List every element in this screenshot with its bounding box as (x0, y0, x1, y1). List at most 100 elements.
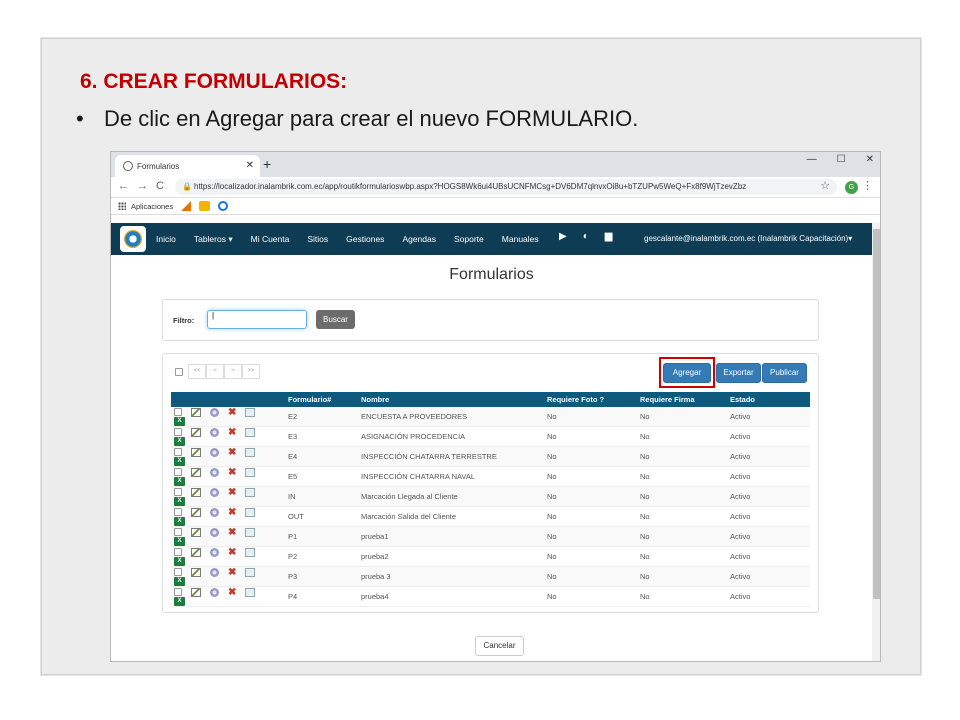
excel-icon[interactable]: X (174, 537, 185, 547)
mail-icon[interactable] (245, 527, 256, 537)
excel-icon[interactable]: X (174, 437, 185, 447)
edit-icon[interactable] (191, 467, 201, 477)
excel-icon[interactable]: X (174, 457, 185, 467)
apps-bookmark[interactable]: Aplicaciones (131, 202, 173, 211)
excel-icon[interactable]: X (174, 477, 185, 487)
excel-icon[interactable]: X (174, 417, 185, 427)
search-button[interactable]: Buscar (316, 310, 355, 329)
inalambrik-logo[interactable] (120, 226, 146, 252)
edit-icon[interactable] (191, 427, 201, 437)
export-button[interactable]: Exportar (716, 363, 761, 383)
edit-icon[interactable] (191, 587, 201, 597)
close-window-button[interactable]: ✕ (866, 154, 874, 165)
row-checkbox[interactable] (174, 548, 182, 557)
row-checkbox[interactable] (174, 588, 182, 597)
tab-formularios[interactable]: Formularios ✕ (115, 155, 260, 177)
settings-icon[interactable] (210, 567, 219, 577)
back-button[interactable]: ← (118, 180, 129, 192)
delete-icon[interactable]: ✖ (228, 467, 236, 477)
mail-icon[interactable] (245, 567, 256, 577)
mail-icon[interactable] (245, 487, 256, 497)
pager-first[interactable]: << (188, 364, 206, 379)
settings-icon[interactable] (210, 547, 219, 557)
publish-button[interactable]: Publicar (762, 363, 807, 383)
row-checkbox[interactable] (174, 528, 182, 537)
delete-icon[interactable]: ✖ (228, 587, 236, 597)
settings-icon[interactable] (210, 587, 219, 597)
settings-icon[interactable] (210, 427, 219, 437)
mail-icon[interactable] (245, 467, 256, 477)
delete-icon[interactable]: ✖ (228, 567, 236, 577)
nav-mi-cuenta[interactable]: Mi Cuenta (251, 234, 290, 244)
settings-icon[interactable] (210, 527, 219, 537)
filter-input[interactable]: | (207, 310, 307, 329)
select-all-checkbox[interactable] (175, 368, 183, 376)
settings-icon[interactable] (210, 447, 219, 457)
delete-icon[interactable]: ✖ (228, 527, 236, 537)
nav-soporte[interactable]: Soporte (454, 234, 484, 244)
settings-icon[interactable] (210, 467, 219, 477)
url-input[interactable]: 🔒 https://localizador.inalambrik.com.ec/… (175, 179, 837, 195)
user-menu[interactable]: gescalante@inalambrik.com.ec (Inalambrik… (644, 234, 852, 243)
row-checkbox[interactable] (174, 468, 182, 477)
settings-icon[interactable] (210, 407, 219, 417)
row-checkbox[interactable] (174, 428, 182, 437)
delete-icon[interactable]: ✖ (228, 447, 236, 457)
edit-icon[interactable] (191, 547, 201, 557)
profile-avatar[interactable]: G (845, 181, 858, 194)
pager-next[interactable]: > (224, 364, 242, 379)
apps-grid-icon[interactable] (118, 202, 126, 210)
nav-sitios[interactable]: Sitios (307, 234, 328, 244)
delete-icon[interactable]: ✖ (228, 427, 236, 437)
bookmark-power-bi-icon[interactable] (181, 201, 191, 211)
mail-icon[interactable] (245, 547, 256, 557)
excel-icon[interactable]: X (174, 557, 185, 567)
maximize-button[interactable]: ☐ (837, 154, 846, 165)
bookmark-star-icon[interactable]: ☆ (820, 179, 830, 192)
excel-icon[interactable]: X (174, 577, 185, 587)
browser-menu-icon[interactable]: ⋮ (862, 179, 873, 192)
youtube-icon[interactable]: ▶ (559, 231, 567, 242)
add-button[interactable]: Agregar (663, 363, 711, 383)
edit-icon[interactable] (191, 487, 201, 497)
mail-icon[interactable] (245, 587, 256, 597)
mail-icon[interactable] (245, 407, 256, 417)
cancel-button[interactable]: Cancelar (475, 636, 524, 656)
bookmark-circle-icon[interactable] (218, 201, 228, 211)
nav-inicio[interactable]: Inicio (156, 234, 176, 244)
pager-last[interactable]: >> (242, 364, 260, 379)
edit-icon[interactable] (191, 507, 201, 517)
page-scrollbar[interactable] (872, 223, 880, 661)
chat-icon[interactable]: ▆ (605, 231, 613, 242)
row-checkbox[interactable] (174, 408, 182, 417)
edit-icon[interactable] (191, 447, 201, 457)
row-checkbox[interactable] (174, 568, 182, 577)
nav-gestiones[interactable]: Gestiones (346, 234, 384, 244)
edit-icon[interactable] (191, 567, 201, 577)
settings-icon[interactable] (210, 507, 219, 517)
mail-icon[interactable] (245, 507, 256, 517)
delete-icon[interactable]: ✖ (228, 487, 236, 497)
nav-agendas[interactable]: Agendas (402, 234, 436, 244)
row-checkbox[interactable] (174, 448, 182, 457)
minimize-button[interactable]: — (807, 154, 817, 165)
excel-icon[interactable]: X (174, 497, 185, 507)
nav-manuales[interactable]: Manuales (502, 234, 539, 244)
settings-icon[interactable] (210, 487, 219, 497)
mail-icon[interactable] (245, 447, 256, 457)
nav-tableros[interactable]: Tableros ▾ (194, 234, 233, 245)
new-tab-button[interactable]: + (263, 156, 271, 172)
reload-button[interactable]: C (156, 180, 164, 192)
pager-prev[interactable]: < (206, 364, 224, 379)
edit-icon[interactable] (191, 407, 201, 417)
scroll-thumb[interactable] (873, 229, 880, 599)
headset-icon[interactable]: ◐ (583, 231, 589, 242)
excel-icon[interactable]: X (174, 597, 185, 607)
bookmark-slides-icon[interactable] (199, 201, 210, 211)
edit-icon[interactable] (191, 527, 201, 537)
mail-icon[interactable] (245, 427, 256, 437)
delete-icon[interactable]: ✖ (228, 507, 236, 517)
row-checkbox[interactable] (174, 488, 182, 497)
delete-icon[interactable]: ✖ (228, 547, 236, 557)
forward-button[interactable]: → (137, 180, 148, 192)
